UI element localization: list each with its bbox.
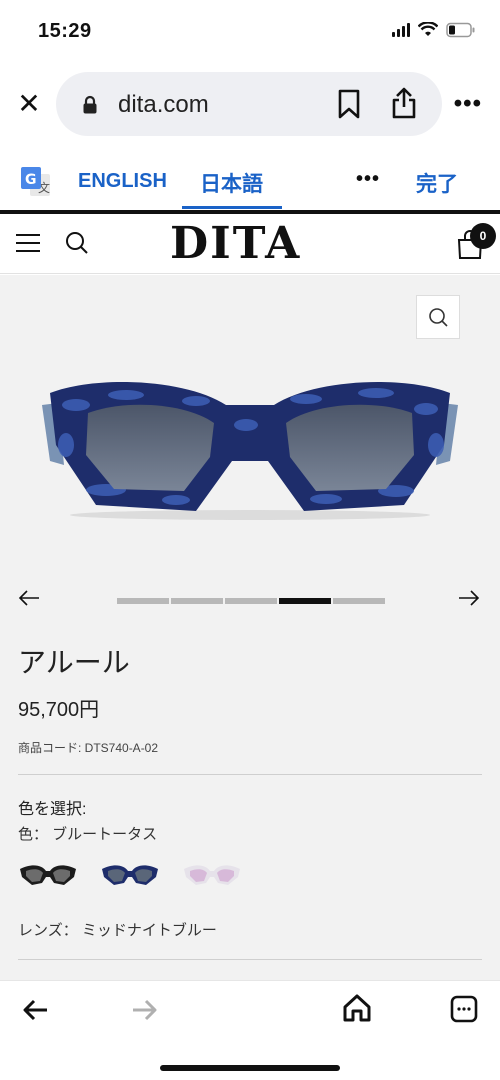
search-icon[interactable]: [64, 230, 90, 256]
wifi-icon: [418, 22, 438, 36]
status-icons: [392, 22, 476, 38]
site-header: DITA 0: [0, 214, 500, 274]
forward-arrow-icon[interactable]: [130, 997, 158, 1023]
gallery-dot[interactable]: [117, 598, 169, 604]
gallery-dot[interactable]: [225, 598, 277, 604]
cart-count-badge: 0: [470, 223, 496, 249]
color-swatches: [18, 861, 242, 889]
language-english-tab[interactable]: ENGLISH: [78, 170, 167, 193]
search-icon: [429, 308, 448, 327]
swatch-blue-tortoise[interactable]: [100, 861, 160, 889]
gallery-indicator: [117, 598, 385, 604]
signal-icon: [392, 23, 410, 37]
divider: [18, 959, 482, 960]
more-menu-icon[interactable]: •••: [454, 90, 482, 118]
swatch-crystal-pink[interactable]: [182, 861, 242, 889]
home-indicator[interactable]: [160, 1065, 340, 1071]
language-japanese-tab[interactable]: 日本語: [200, 168, 263, 198]
arrow-right-icon[interactable]: [458, 589, 480, 607]
gallery-dot-active[interactable]: [279, 598, 331, 604]
product-image[interactable]: [36, 365, 464, 525]
back-arrow-icon[interactable]: [22, 997, 50, 1023]
google-translate-icon: 文 G: [21, 167, 50, 196]
color-select-label: 色を選択:: [18, 801, 87, 818]
lens-info: レンズ： ミッドナイトブルー: [18, 922, 217, 939]
selected-color: 色： ブルートータス: [18, 826, 158, 843]
svg-text:G: G: [25, 172, 37, 188]
product-section: アルール 95,700円 商品コード: DTS740-A-02 色を選択: 色：…: [0, 275, 500, 980]
url-text: dita.com: [118, 91, 209, 118]
battery-icon: [446, 22, 475, 38]
status-bar: 15:29: [0, 0, 500, 64]
zoom-button[interactable]: [416, 295, 460, 339]
translate-bar: 文 G ENGLISH 日本語 ••• 完了: [0, 148, 500, 212]
done-button[interactable]: 完了: [416, 168, 458, 198]
lock-icon: [83, 95, 97, 114]
product-code: 商品コード: DTS740-A-02: [18, 741, 159, 755]
menu-icon[interactable]: [16, 234, 40, 252]
brand-logo[interactable]: DITA: [170, 218, 301, 269]
bookmark-icon[interactable]: [336, 88, 362, 120]
gallery-dot[interactable]: [171, 598, 223, 604]
status-time: 15:29: [38, 20, 92, 42]
product-price: 95,700円: [18, 699, 100, 721]
browser-toolbar: [0, 980, 500, 1080]
active-tab-indicator: [182, 206, 282, 209]
arrow-left-icon[interactable]: [18, 589, 40, 607]
gallery-dot[interactable]: [333, 598, 385, 604]
product-name: アルール: [18, 647, 130, 678]
swatch-black[interactable]: [18, 861, 78, 889]
translate-more-icon[interactable]: •••: [356, 168, 380, 191]
divider: [18, 774, 482, 775]
address-bar[interactable]: dita.com: [56, 72, 442, 136]
share-icon[interactable]: [390, 86, 418, 120]
browser-bar: ✕ dita.com •••: [0, 64, 500, 148]
tabs-icon[interactable]: [450, 995, 478, 1023]
home-icon[interactable]: [342, 993, 372, 1023]
close-icon[interactable]: ✕: [14, 86, 44, 122]
